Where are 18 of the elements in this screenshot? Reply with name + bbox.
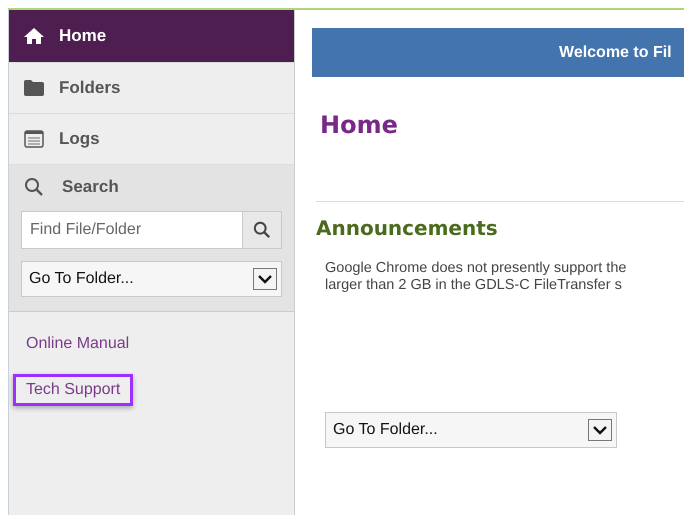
search-heading: Search bbox=[62, 177, 119, 197]
nav-item[interactable]: Home bbox=[9, 10, 294, 63]
section-heading: Announcements bbox=[316, 216, 499, 240]
sidebar-link[interactable]: Online Manual bbox=[13, 328, 142, 360]
nav-item[interactable]: Folders bbox=[9, 63, 294, 114]
search-icon bbox=[24, 177, 44, 197]
folder-icon bbox=[23, 79, 45, 97]
sidebar-link[interactable]: Tech Support bbox=[13, 374, 134, 406]
document-icon bbox=[23, 130, 45, 148]
chevron-down-icon bbox=[253, 268, 277, 290]
banner-title: Welcome to Fil bbox=[559, 44, 672, 62]
chevron-down-icon bbox=[588, 419, 612, 441]
announcement-text: larger than 2 GB in the GDLS-C FileTransfer s bbox=[325, 277, 623, 294]
folder-dropdown[interactable]: Go To Folder... bbox=[21, 261, 282, 297]
folder-dropdown[interactable]: Go To Folder... bbox=[325, 412, 617, 448]
announcement-text: Google Chrome does not presently support the bbox=[325, 260, 628, 277]
home-icon bbox=[23, 27, 45, 45]
page-title: Home bbox=[320, 111, 399, 139]
